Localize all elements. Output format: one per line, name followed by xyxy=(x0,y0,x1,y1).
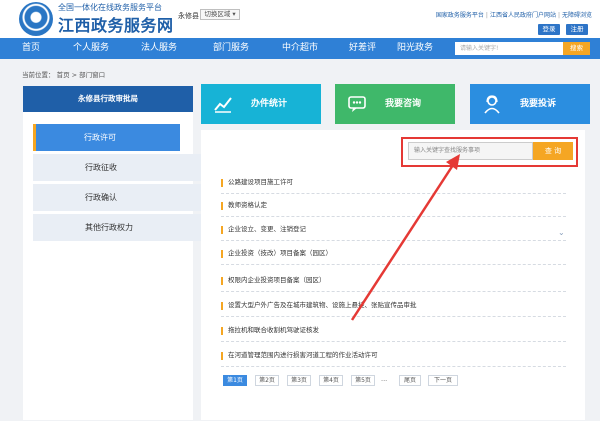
tile-consult[interactable]: 我要咨询 xyxy=(335,84,455,124)
sidebar-item-other-powers[interactable]: 其他行政权力 xyxy=(33,214,203,241)
service-row[interactable]: 公路建设项目施工许可 xyxy=(221,171,566,194)
tile-case-statistics[interactable]: 办件统计 xyxy=(201,84,321,124)
service-name[interactable]: 设置大型户外广告及在城市建筑物、设施上悬挂、张贴宣传品审批 xyxy=(228,294,417,317)
service-name[interactable]: 企业设立、变更、注销登记 xyxy=(228,218,306,241)
page-3-button[interactable]: 第3页 xyxy=(287,375,311,386)
search-highlight-box xyxy=(401,137,578,167)
service-row[interactable]: 企业投资（技改）项目备案（园区） xyxy=(221,242,566,265)
main-nav: 首页 个人服务 法人服务 部门服务 中介超市 好差评 阳光政务 请输入关键字! … xyxy=(0,38,600,59)
next-page-button[interactable]: 下一页 xyxy=(428,375,458,386)
pagination-ellipsis: ... xyxy=(381,375,388,383)
nav-agency-market[interactable]: 中介超市 xyxy=(282,38,318,59)
department-title: 永修县行政审批局 xyxy=(23,86,193,112)
tile-label: 我要投诉 xyxy=(520,99,557,109)
support-agent-icon xyxy=(484,95,500,114)
login-button[interactable]: 登录 xyxy=(538,24,560,35)
site-logo-icon[interactable] xyxy=(19,2,53,36)
nav-home[interactable]: 首页 xyxy=(22,38,40,59)
sidebar-item-administrative-confirmation[interactable]: 行政确认 xyxy=(33,184,203,211)
link-jiangxi-gov[interactable]: 江西省人民政府门户网站 xyxy=(490,12,556,19)
nav-open-government[interactable]: 阳光政务 xyxy=(397,38,433,59)
service-row[interactable]: 在河道管理范围内进行损害河道工程的作业活动许可 xyxy=(221,344,566,367)
nav-personal-services[interactable]: 个人服务 xyxy=(73,38,109,59)
service-row[interactable]: 教师资格认定 xyxy=(221,194,566,217)
nav-corporate-services[interactable]: 法人服务 xyxy=(141,38,177,59)
site-title[interactable]: 江西政务服务网 xyxy=(58,12,174,36)
register-button[interactable]: 注册 xyxy=(566,24,588,35)
chat-icon xyxy=(348,96,366,112)
site-header: 全国一体化在线政务服务平台 江西政务服务网 永修县 切换区域 ▾ 国家政务服务平… xyxy=(0,0,600,38)
nav-department-services[interactable]: 部门服务 xyxy=(213,38,249,59)
service-row[interactable]: 设置大型户外广告及在城市建筑物、设施上悬挂、张贴宣传品审批 xyxy=(221,294,566,317)
service-name[interactable]: 权限内企业投资项目备案（园区） xyxy=(228,269,326,292)
chart-icon xyxy=(214,97,232,113)
switch-region-button[interactable]: 切换区域 ▾ xyxy=(200,9,240,20)
service-name[interactable]: 教师资格认定 xyxy=(228,194,267,217)
page-4-button[interactable]: 第4页 xyxy=(319,375,343,386)
page-2-button[interactable]: 第2页 xyxy=(255,375,279,386)
last-page-button[interactable]: 尾页 xyxy=(399,375,421,386)
page-1-button[interactable]: 第1页 xyxy=(223,375,247,386)
page-5-button[interactable]: 第5页 xyxy=(351,375,375,386)
tile-complaint[interactable]: 我要投诉 xyxy=(470,84,590,124)
chevron-down-icon[interactable]: ⌄ xyxy=(558,228,565,237)
service-name[interactable]: 在河道管理范围内进行损害河道工程的作业活动许可 xyxy=(228,344,378,367)
link-national-platform[interactable]: 国家政务服务平台 xyxy=(436,12,484,19)
service-name[interactable]: 拖拉机和联合收割机驾驶证核发 xyxy=(228,319,319,342)
region-label: 永修县 xyxy=(178,12,199,20)
sidebar-item-administrative-levy[interactable]: 行政征收 xyxy=(33,154,203,181)
top-links: 国家政务服务平台 | 江西省人民政府门户网站 | 无障碍浏览 xyxy=(435,12,592,19)
breadcrumb: 当前位置： 首页 > 部门窗口 xyxy=(22,71,106,79)
site-search-input[interactable]: 请输入关键字! xyxy=(455,42,563,55)
site-search-button[interactable]: 搜索 xyxy=(563,42,590,55)
service-name[interactable]: 公路建设项目施工许可 xyxy=(228,171,293,194)
department-sidebar: 永修县行政审批局 行政许可 行政征收 行政确认 其他行政权力 xyxy=(23,86,203,420)
tile-label: 办件统计 xyxy=(251,99,288,109)
nav-good-bad-review[interactable]: 好差评 xyxy=(349,38,376,59)
service-row[interactable]: 拖拉机和联合收割机驾驶证核发 xyxy=(221,319,566,342)
tile-label: 我要咨询 xyxy=(385,99,422,109)
sidebar-item-administrative-license[interactable]: 行政许可 xyxy=(33,124,180,151)
service-row[interactable]: 权限内企业投资项目备案（园区） xyxy=(221,269,566,292)
link-accessibility[interactable]: 无障碍浏览 xyxy=(562,12,592,19)
service-row[interactable]: 企业设立、变更、注销登记 xyxy=(221,218,566,241)
service-name[interactable]: 企业投资（技改）项目备案（园区） xyxy=(228,242,332,265)
service-list-panel: 输入关键字查找服务事项 查 询 公路建设项目施工许可 教师资格认定 企业设立、变… xyxy=(201,130,585,420)
